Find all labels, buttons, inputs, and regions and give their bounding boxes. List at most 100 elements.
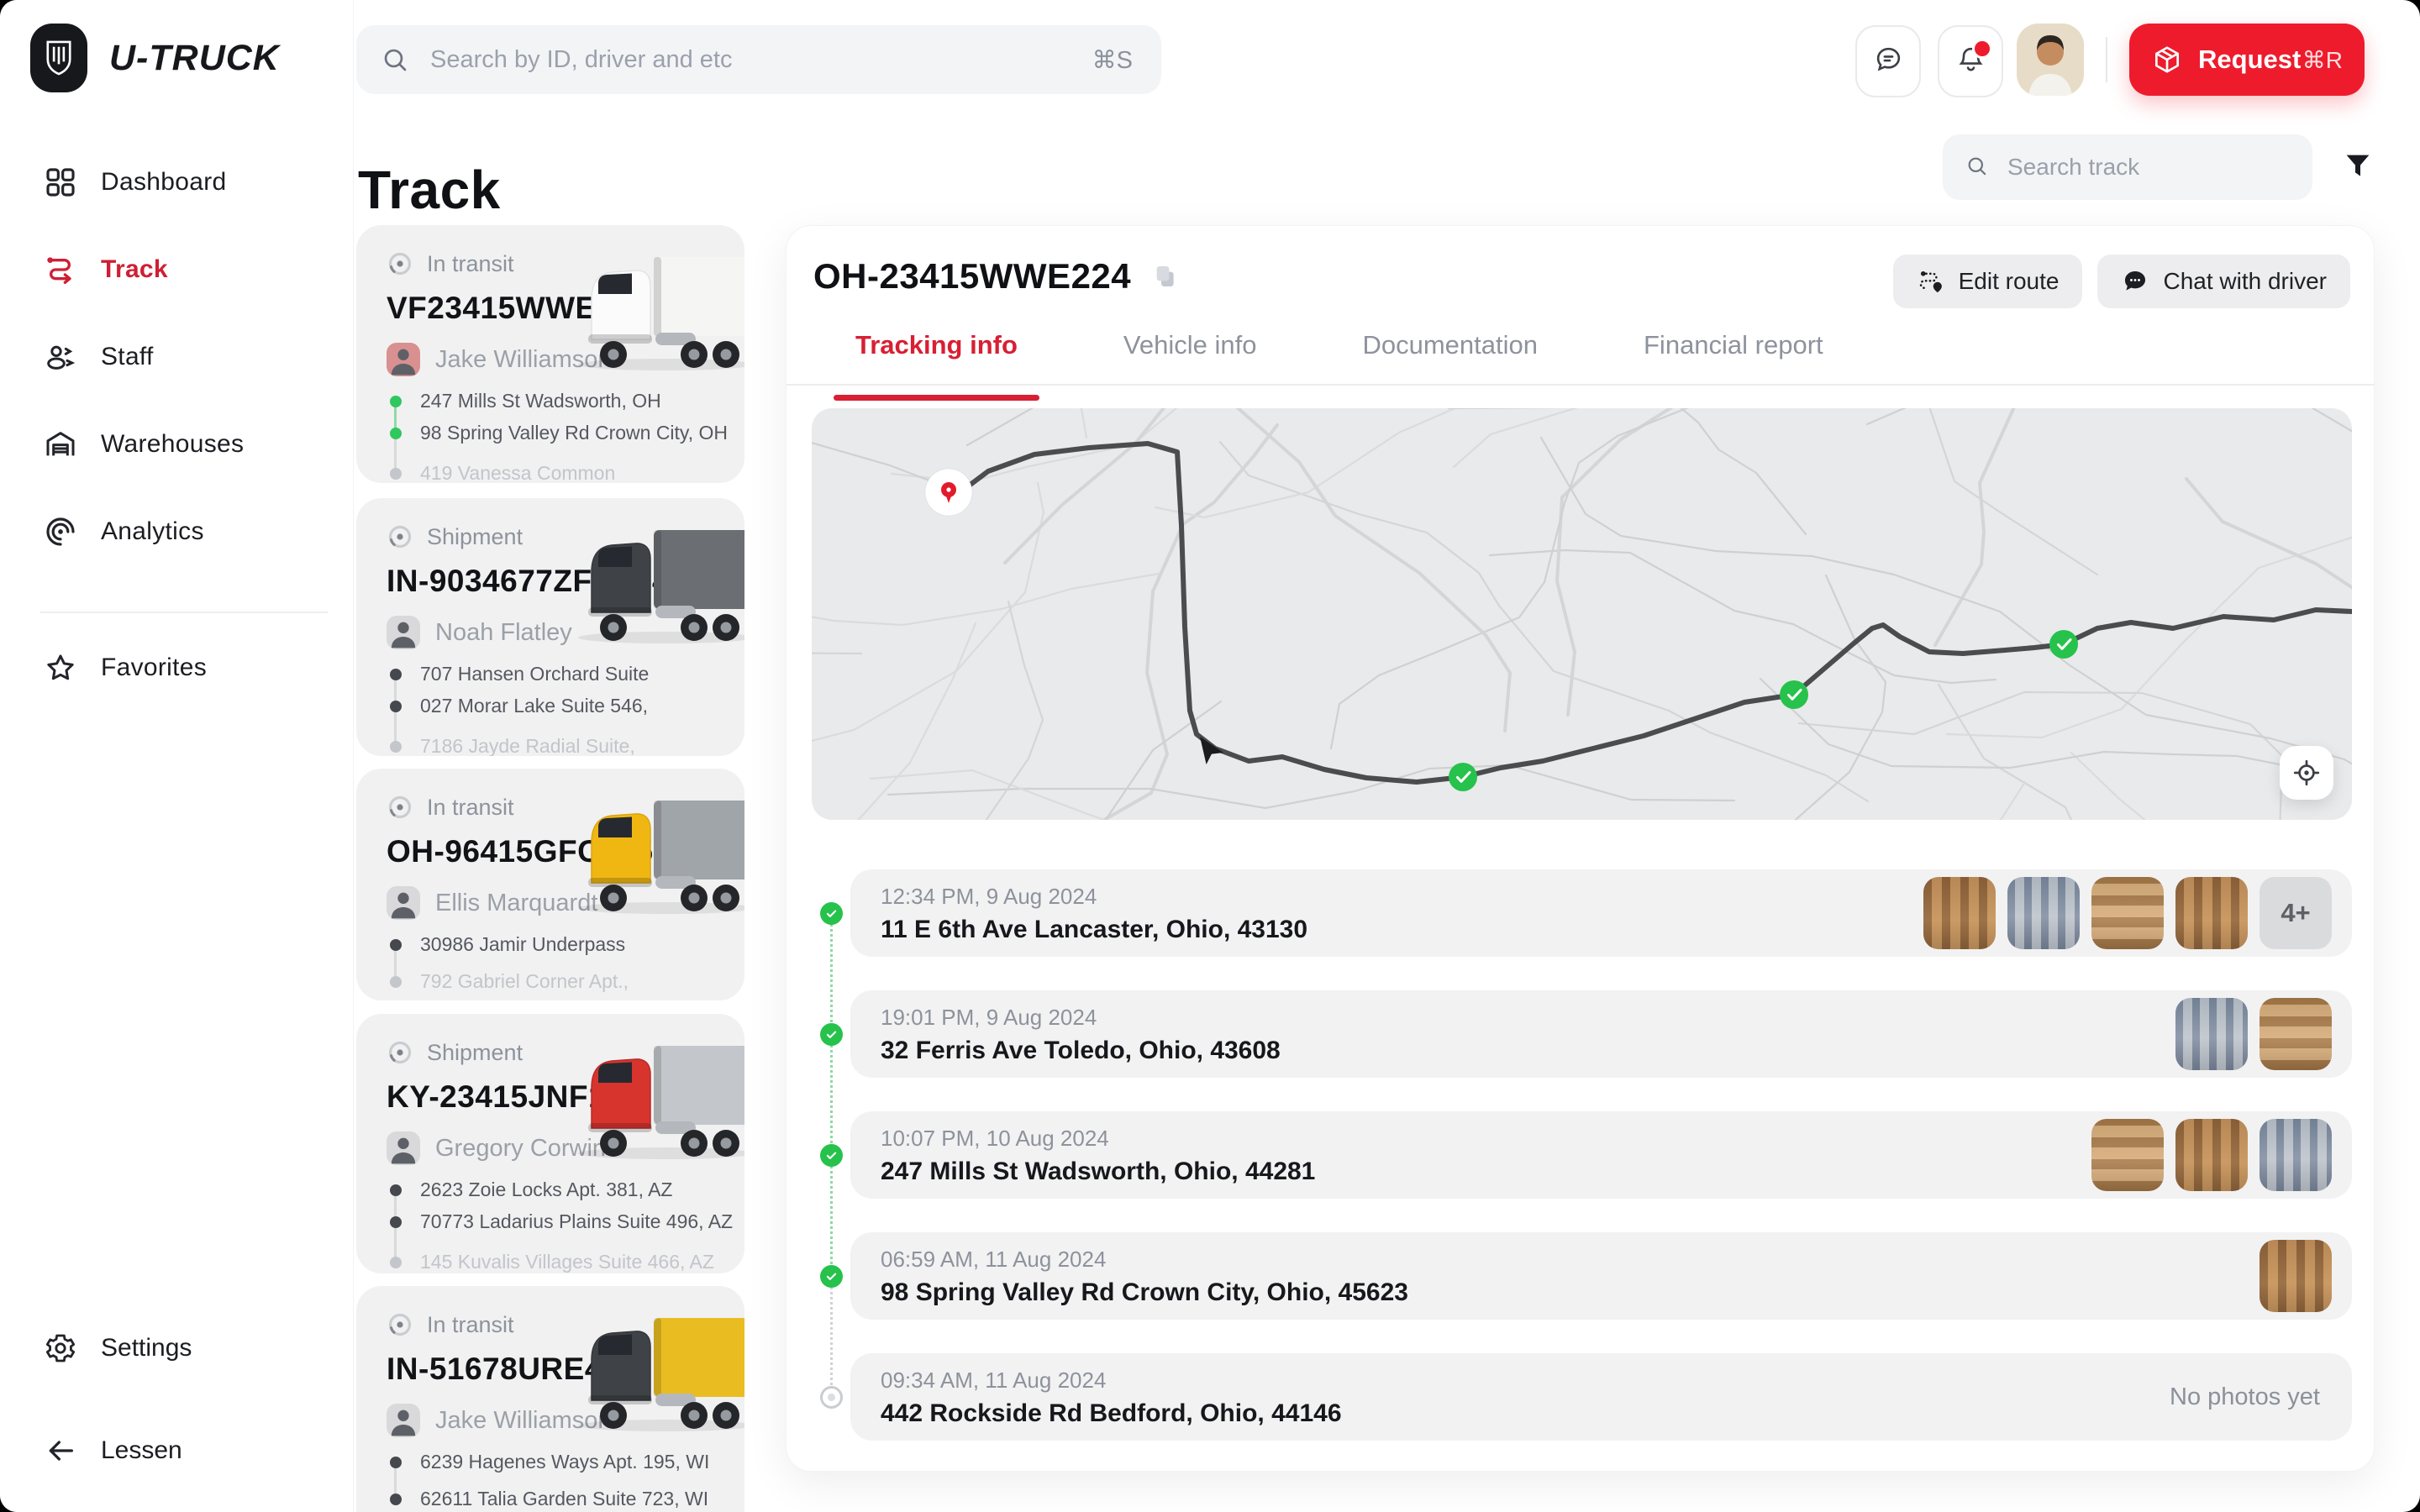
status-badge: Shipment — [387, 1039, 523, 1066]
stop-item: 6239 Hagenes Ways Apt. 195, WI — [390, 1451, 709, 1473]
stop-dot — [390, 1257, 402, 1268]
detail-tabs: Tracking info Vehicle info Documentation Fi… — [786, 330, 2374, 386]
photo-thumbnail[interactable] — [2091, 877, 2164, 949]
sidebar-item-analytics[interactable]: Analytics — [0, 501, 353, 563]
stops-list: 30986 Jamir Underpass 792 Gabriel Corner … — [390, 933, 719, 992]
chat-with-driver-button[interactable]: Chat with driver — [2097, 255, 2350, 308]
stop-address: 707 Hansen Orchard Suite — [420, 663, 649, 685]
copy-icon[interactable] — [1151, 263, 1178, 290]
photo-thumbnail[interactable] — [2260, 1240, 2332, 1312]
sidebar-item-staff[interactable]: Staff — [0, 326, 353, 388]
checkpoint-marker — [2049, 630, 2078, 659]
shipment-card-VF23415WWE224[interactable]: In transitVF23415WWE224Jake Williamson24… — [356, 225, 744, 483]
request-shortcut: ⌘R — [2302, 46, 2343, 74]
global-search: ⌘S — [356, 25, 1161, 94]
timeline-row[interactable]: 10:07 PM, 10 Aug 2024247 Mills St Wadswo… — [850, 1111, 2352, 1199]
notification-dot — [1972, 39, 1992, 59]
photo-thumbnail[interactable] — [2260, 998, 2332, 1070]
timeline-row[interactable]: 09:34 AM, 11 Aug 2024442 Rockside Rd Bed… — [850, 1353, 2352, 1441]
shipment-card-IN-51678URE401[interactable]: In transitIN-51678URE401Jake Williamson6… — [356, 1286, 744, 1512]
topbar-divider — [2106, 37, 2107, 82]
stop-address: 419 Vanessa Common — [420, 462, 615, 483]
stop-dot — [390, 1457, 402, 1468]
stop-dot — [390, 1216, 402, 1228]
photo-thumbnail[interactable] — [2175, 1119, 2248, 1191]
messages-button[interactable] — [1855, 25, 1921, 97]
photo-thumbnail[interactable] — [2260, 1119, 2332, 1191]
request-button[interactable]: Request ⌘R — [2129, 24, 2365, 96]
status-ring-icon — [387, 250, 413, 277]
filter-button[interactable] — [2341, 150, 2378, 186]
timeline-check-icon — [820, 1023, 843, 1046]
driver-avatar — [387, 886, 420, 920]
stop-address: 62611 Talia Garden Suite 723, WI — [420, 1488, 708, 1510]
stop-dot — [390, 939, 402, 951]
timeline-row[interactable]: 19:01 PM, 9 Aug 202432 Ferris Ave Toledo… — [850, 990, 2352, 1078]
status-badge: In transit — [387, 250, 514, 277]
stop-dot — [390, 468, 402, 480]
sidebar-item-dashboard[interactable]: Dashboard — [0, 151, 353, 213]
photo-thumbnail[interactable] — [2007, 877, 2080, 949]
search-shortcut: ⌘S — [1092, 45, 1133, 75]
tab-documentation[interactable]: Documentation — [1362, 330, 1538, 384]
shipment-detail-panel: OH-23415WWE224 Edit routeChat with drive… — [786, 225, 2375, 1472]
status-ring-icon — [387, 523, 413, 550]
locate-button[interactable] — [2280, 746, 2333, 800]
stop-item: 30986 Jamir Underpass — [390, 933, 625, 956]
photo-thumbnail[interactable] — [2175, 877, 2248, 949]
chat-bubble-icon — [1873, 44, 1904, 79]
locate-icon — [2291, 758, 2322, 788]
track-search — [1943, 134, 2312, 200]
stop-address: 027 Morar Lake Suite 546, — [420, 695, 648, 717]
shipment-card-OH-96415GFC145[interactable]: In transitOH-96415GFC145Ellis Marquardt3… — [356, 769, 744, 1000]
sidebar-collapse-button[interactable]: Lessen — [0, 1420, 182, 1482]
tab-tracking-info[interactable]: Tracking info — [855, 330, 1018, 384]
shipment-card-IN-9034677ZFG154[interactable]: ShipmentIN-9034677ZFG154Noah Flatley707 … — [356, 498, 744, 756]
action-label: Chat with driver — [2163, 268, 2327, 295]
no-photos-label: No photos yet — [2170, 1383, 2320, 1411]
stop-address: 7186 Jayde Radial Suite, — [420, 735, 635, 756]
stop-item: 707 Hansen Orchard Suite — [390, 663, 649, 685]
sidebar-item-warehouses[interactable]: Warehouses — [0, 413, 353, 475]
stops-list: 247 Mills St Wadsworth, OH98 Spring Vall… — [390, 390, 719, 483]
truck-image — [561, 247, 744, 380]
track-search-input[interactable] — [2006, 153, 2312, 181]
truck-image — [561, 1036, 744, 1168]
driver-name: Noah Flatley — [435, 619, 572, 647]
notifications-button[interactable] — [1938, 25, 2003, 97]
timeline-photos — [2260, 1240, 2332, 1312]
track-icon — [42, 251, 79, 288]
user-avatar[interactable] — [2017, 24, 2084, 96]
stop-item: 027 Morar Lake Suite 546, — [390, 695, 648, 717]
sidebar-collapse-label: Lessen — [101, 1436, 182, 1465]
stops-list: 707 Hansen Orchard Suite 027 Morar Lake S… — [390, 663, 719, 756]
stop-address: 792 Gabriel Corner Apt., — [420, 970, 629, 993]
photo-thumbnail[interactable] — [1923, 877, 1996, 949]
more-photos-chip[interactable]: 4+ — [2260, 877, 2332, 949]
stop-address: 145 Kuvalis Villages Suite 466, AZ — [420, 1251, 714, 1273]
global-search-input[interactable] — [429, 45, 1092, 75]
checkpoint-marker — [1780, 680, 1808, 709]
brand[interactable]: U-TRUCK — [30, 24, 280, 92]
timeline-row[interactable]: 06:59 AM, 11 Aug 202498 Spring Valley Rd… — [850, 1232, 2352, 1320]
status-ring-icon — [387, 794, 413, 821]
shipment-card-KY-23415JNF155[interactable]: ShipmentKY-23415JNF155Gregory Corwin2623… — [356, 1014, 744, 1273]
timeline-row[interactable]: 12:34 PM, 9 Aug 202411 E 6th Ave Lancast… — [850, 869, 2352, 957]
edit-route-button[interactable]: Edit route — [1893, 255, 2083, 308]
route-icon — [1917, 267, 1945, 296]
sidebar-item-favorites[interactable]: Favorites — [0, 637, 353, 699]
staff-icon — [42, 339, 79, 375]
sidebar-item-label: Settings — [101, 1334, 192, 1362]
photo-thumbnail[interactable] — [2091, 1119, 2164, 1191]
warehouse-icon — [42, 426, 79, 463]
stop-item: 247 Mills St Wadsworth, OH — [390, 390, 661, 412]
photo-thumbnail[interactable] — [2175, 998, 2248, 1070]
sidebar-item-track[interactable]: Track — [0, 239, 353, 301]
driver-avatar — [387, 1404, 420, 1437]
tab-vehicle-info[interactable]: Vehicle info — [1123, 330, 1257, 384]
brand-name: U-TRUCK — [109, 38, 280, 79]
sidebar-item-settings[interactable]: Settings — [0, 1317, 192, 1379]
tab-financial-report[interactable]: Financial report — [1644, 330, 1823, 384]
route-map[interactable] — [812, 408, 2352, 820]
driver-row: Noah Flatley — [387, 616, 572, 649]
